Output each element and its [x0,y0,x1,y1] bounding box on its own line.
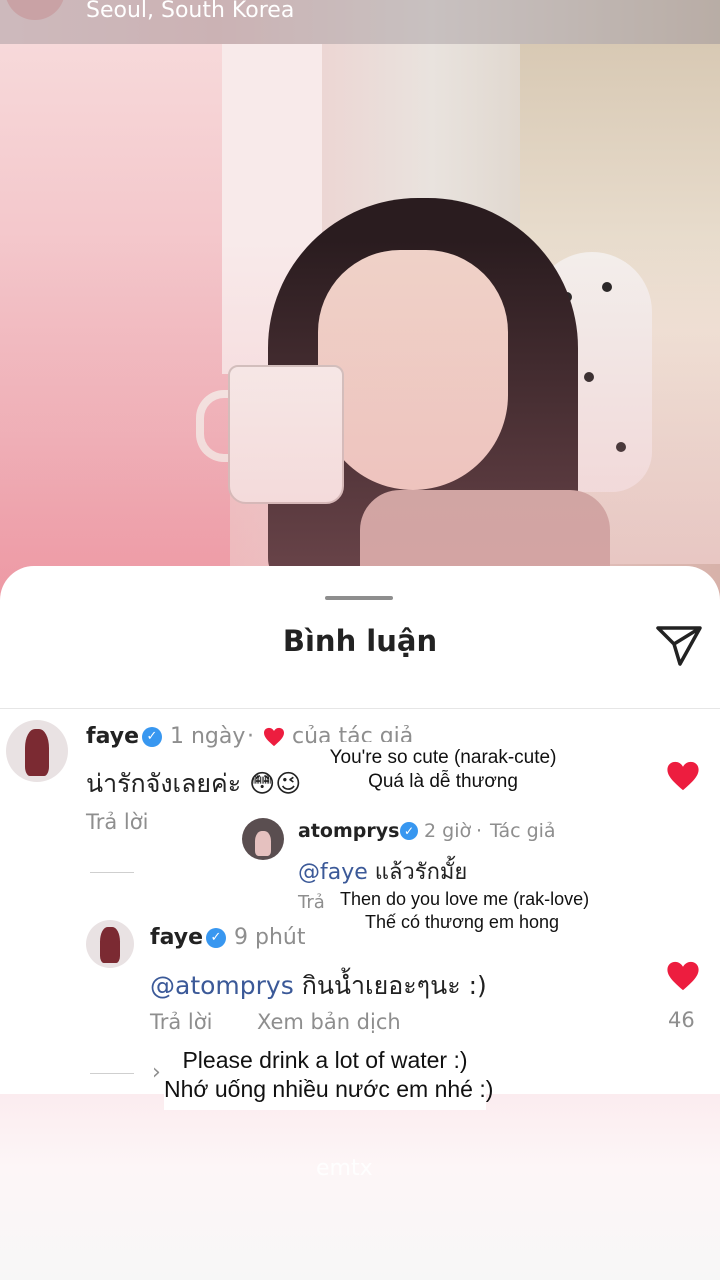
sheet-title: Bình luận [282,624,438,658]
sheet-grab-handle[interactable] [325,596,393,600]
reply-thread-line [90,1073,134,1074]
avatar[interactable] [6,720,68,782]
caption-line-1: Please drink a lot of water :) [182,1047,468,1073]
comment-username[interactable]: faye [86,724,139,749]
watermark-text: emtx [316,1156,373,1181]
comment-username[interactable]: faye [150,925,203,950]
location-label[interactable]: Seoul, South Korea [86,0,294,23]
caption-line-1: Then do you love me (rak-love) [340,889,590,909]
reply-button[interactable]: Trả [298,892,325,913]
reply-button[interactable]: Trả lời [86,810,148,834]
translation-caption: You're so cute (narak-cute) Quá là dễ th… [322,742,564,800]
comment-body: แล้วรักมั้ย [367,860,468,885]
reply-button[interactable]: Trả lời [150,1010,212,1034]
like-count: 46 [668,1008,695,1032]
heart-icon [264,727,284,747]
avatar[interactable] [242,818,284,860]
meta-separator: · [476,820,483,842]
heart-icon[interactable] [666,960,700,992]
avatar[interactable] [5,0,65,20]
caption-line-2: Thế có thương em hong [365,911,559,932]
verified-badge-icon: ✓ [142,727,162,747]
comment-time: 1 ngày [170,724,246,749]
comment-time: 2 giờ [424,820,472,842]
translation-caption: Please drink a lot of water :) Nhớ uống … [164,1042,494,1110]
reply-thread-line [90,872,134,873]
comment-text: @atomprys กินน้ำเยอะๆนะ :) [150,966,487,1006]
avatar[interactable] [86,920,134,968]
verified-badge-icon: ✓ [206,928,226,948]
location-bar[interactable]: Seoul, South Korea [0,0,720,44]
mention-link[interactable]: @atomprys [150,971,294,1000]
caption-line-2: Quá là dễ thương [368,770,518,792]
author-label: Tác giả [490,820,556,842]
background-photo: Seoul, South Korea [0,0,720,600]
send-icon[interactable] [654,622,704,668]
photo-overlay [0,0,720,600]
heart-icon[interactable] [666,760,700,792]
comment-username[interactable]: atomprys [298,820,399,842]
translation-caption: Then do you love me (rak-love) Thế có th… [340,884,590,939]
comment-body: กินน้ำเยอะๆนะ :) [293,971,487,1000]
caption-line-2: Nhớ uống nhiều nước em nhé :) [164,1075,494,1102]
divider [0,708,720,709]
chevron-right-icon[interactable]: › [152,1060,161,1085]
mention-link[interactable]: @faye [298,860,368,885]
meta-separator: · [247,724,254,749]
verified-badge-icon: ✓ [400,822,418,840]
comment-text: น่ารักจังเลยค่ะ 😳😉 [86,769,302,798]
comment-time: 9 phút [234,925,306,950]
translate-button[interactable]: Xem bản dịch [257,1010,401,1034]
caption-line-1: You're so cute (narak-cute) [329,747,557,768]
bottom-fade [0,1094,720,1280]
